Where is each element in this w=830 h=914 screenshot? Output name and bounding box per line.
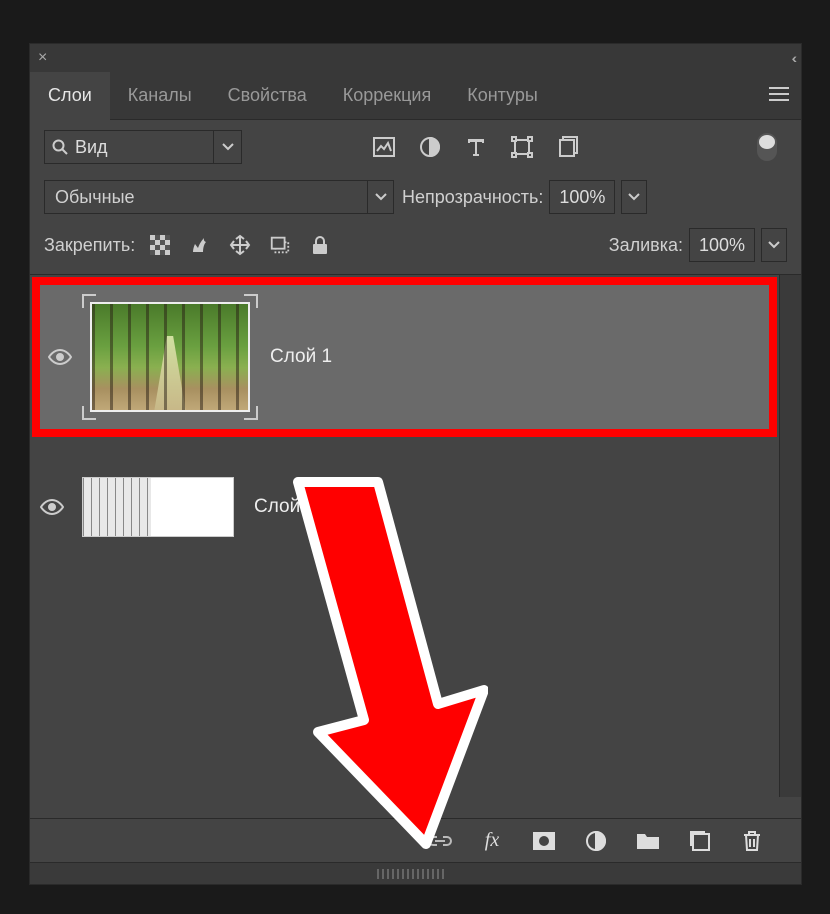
blend-mode-select[interactable]: Обычные [44,180,394,214]
new-group-icon[interactable] [635,828,661,854]
chevron-down-icon [367,181,393,213]
pixel-filter-icon[interactable] [372,135,396,159]
fill-input[interactable]: 100% [689,228,755,262]
fill-chevron[interactable] [761,228,787,262]
lock-image-icon[interactable] [189,234,211,256]
tab-paths[interactable]: Контуры [449,72,556,120]
fill-label: Заливка: [609,235,683,256]
blend-row: Обычные Непрозрачность: 100% [30,174,801,220]
link-layers-icon[interactable] [427,828,453,854]
lock-position-icon[interactable] [229,234,251,256]
type-filter-icon[interactable] [464,135,488,159]
tab-adjustments[interactable]: Коррекция [325,72,450,120]
tab-channels[interactable]: Каналы [110,72,210,120]
panel-header: × ‹‹ [30,44,801,72]
layer-kind-filter[interactable]: Вид [44,130,242,164]
layer-name[interactable]: Слой 0 [254,496,316,518]
layers-list: Слой 1 Слой 0 [30,275,801,797]
collapse-icon[interactable]: ‹‹ [792,50,793,66]
search-icon [45,139,75,155]
visibility-eye-icon[interactable] [48,349,72,365]
new-layer-icon[interactable] [687,828,713,854]
lock-all-icon[interactable] [309,234,331,256]
layer-kind-label: Вид [75,137,213,158]
vertical-scrollbar[interactable] [779,275,801,797]
smartobject-filter-icon[interactable] [556,135,580,159]
layer-thumbnail[interactable] [82,477,234,537]
layer-row[interactable]: Слой 0 [32,457,777,557]
layer-thumbnail[interactable] [90,302,250,412]
layer-row[interactable]: Слой 1 [32,277,777,437]
shape-filter-icon[interactable] [510,135,534,159]
chevron-down-icon [213,131,241,163]
layers-panel: × ‹‹ Слои Каналы Свойства Коррекция Конт… [29,43,802,885]
panel-menu-icon[interactable] [769,86,789,102]
opacity-input[interactable]: 100% [549,180,615,214]
add-mask-icon[interactable] [531,828,557,854]
filter-toggle[interactable] [757,133,777,161]
tab-layers[interactable]: Слои [30,72,110,120]
visibility-eye-icon[interactable] [40,499,64,515]
opacity-chevron[interactable] [621,180,647,214]
opacity-label: Непрозрачность: [402,187,543,208]
lock-artboard-icon[interactable] [269,234,291,256]
filter-row: Вид [30,120,801,174]
filter-icons [372,135,580,159]
close-icon[interactable]: × [38,49,47,67]
adjustment-filter-icon[interactable] [418,135,442,159]
bottom-toolbar: fx [30,818,801,862]
horizontal-scrollbar[interactable] [30,862,801,884]
new-adjustment-layer-icon[interactable] [583,828,609,854]
lock-transparency-icon[interactable] [149,234,171,256]
layer-style-fx-icon[interactable]: fx [479,828,505,854]
blend-mode-value: Обычные [55,187,135,208]
delete-layer-icon[interactable] [739,828,765,854]
tab-bar: Слои Каналы Свойства Коррекция Контуры [30,72,801,120]
lock-row: Закрепить: Заливка: 100% [30,220,801,275]
lock-icons [149,234,331,256]
tab-properties[interactable]: Свойства [210,72,325,120]
layer-name[interactable]: Слой 1 [270,346,332,368]
lock-label: Закрепить: [44,235,135,256]
